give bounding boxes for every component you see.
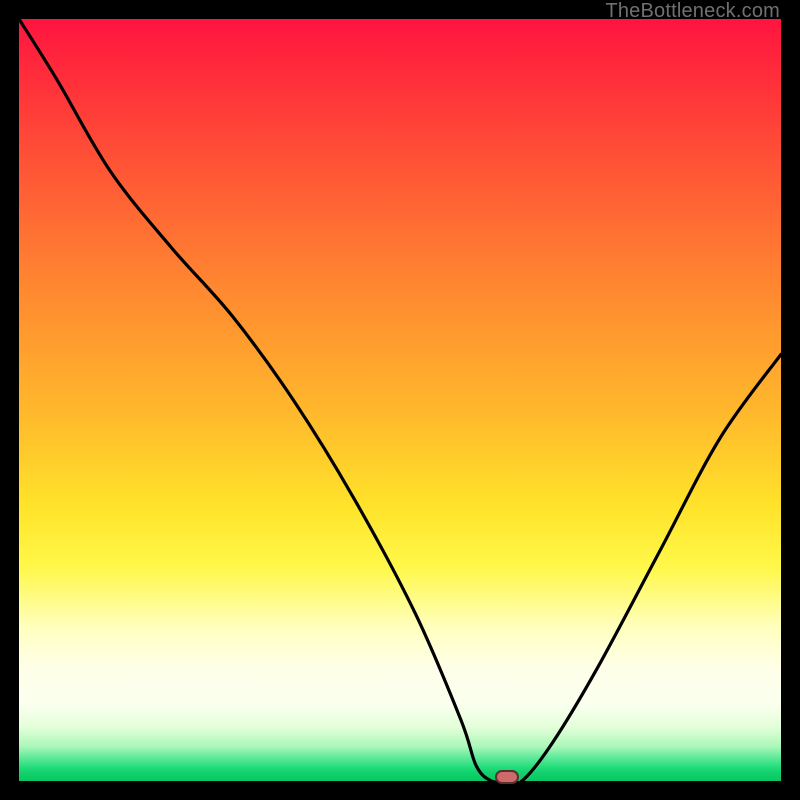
bottleneck-curve (19, 19, 781, 781)
watermark-text: TheBottleneck.com (605, 0, 780, 23)
plot-area (19, 19, 781, 781)
optimal-point-marker (495, 770, 519, 784)
chart-frame: TheBottleneck.com (0, 0, 800, 800)
